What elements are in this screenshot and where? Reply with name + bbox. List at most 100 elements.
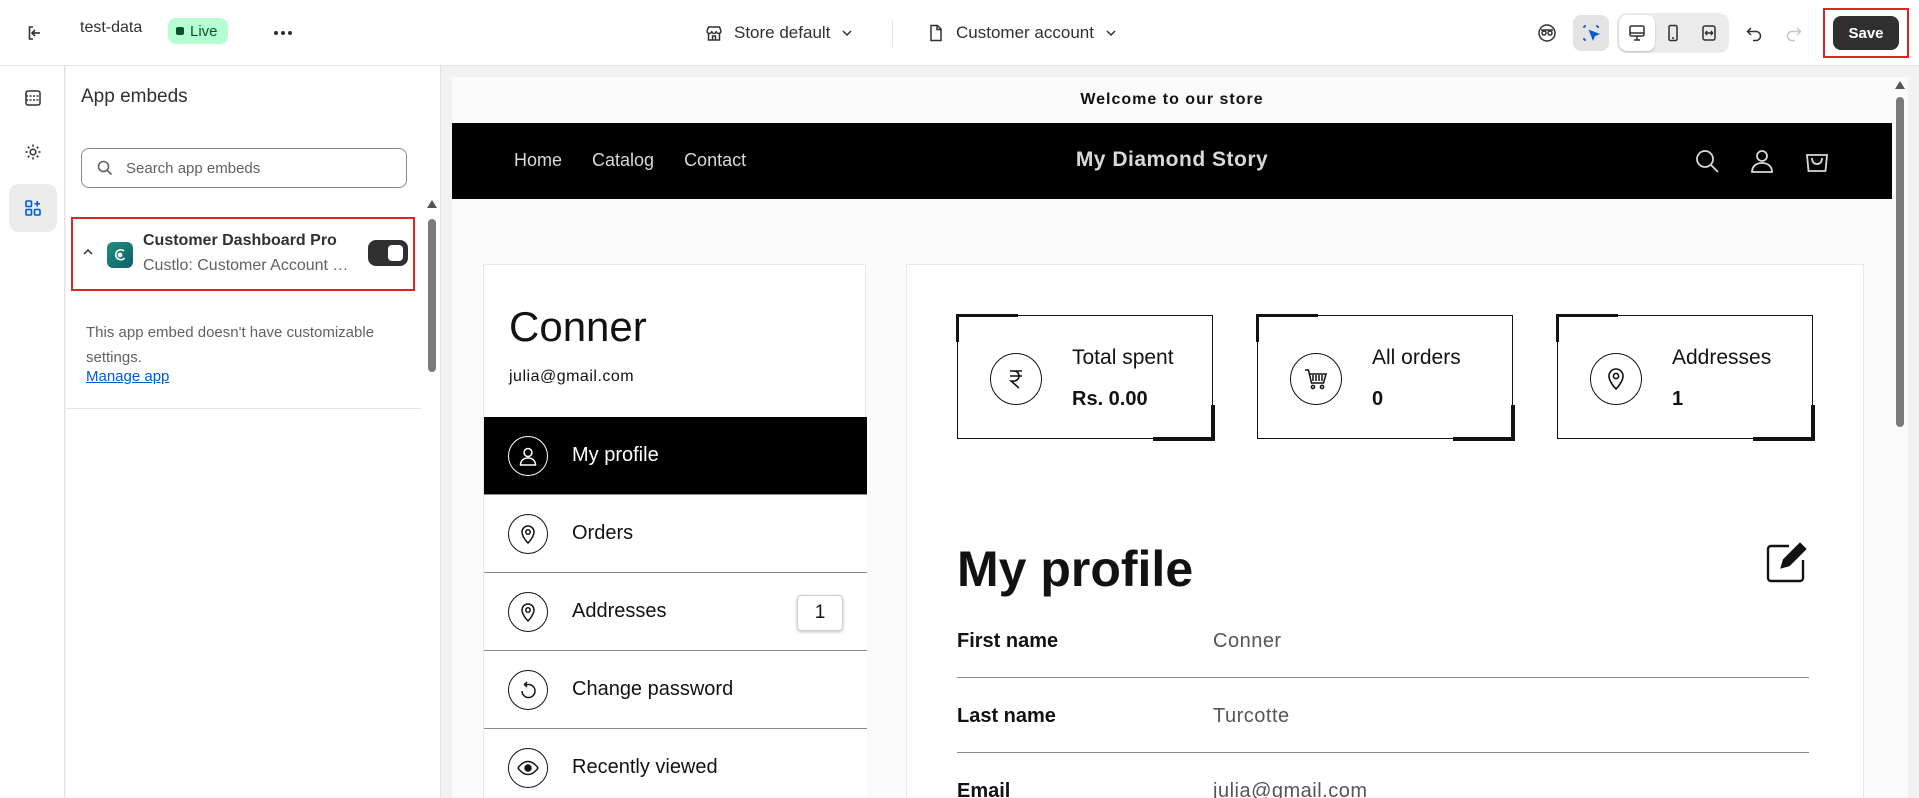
app-embeds-icon[interactable] [9, 184, 57, 232]
store-preview: Welcome to our store Home Catalog Contac… [452, 77, 1892, 798]
stat-corner [956, 314, 959, 342]
menu-item-change-password[interactable]: Change password [484, 651, 867, 729]
stat-value: 1 [1672, 388, 1684, 410]
app-embeds-panel: App embeds Customer Dashboard Pro Custlo… [66, 66, 441, 798]
page-icon [930, 24, 942, 42]
scroll-thumb[interactable] [1896, 97, 1904, 427]
menu-item-label: Change password [572, 678, 734, 700]
menu-item-label: Addresses [572, 600, 667, 622]
field-label: Email [957, 780, 1011, 798]
cart-icon [1290, 353, 1342, 405]
store-brand[interactable]: My Diamond Story [452, 148, 1892, 172]
app-embed-note: This app embed doesn't have customizable… [86, 324, 375, 366]
panel-title: App embeds [81, 86, 188, 107]
account-side-card: Conner julia@gmail.com My profile Orders… [483, 264, 867, 798]
stat-corner [1453, 437, 1515, 441]
eye-icon [508, 747, 548, 788]
stat-corner [1556, 314, 1618, 317]
desktop-view-icon[interactable] [1619, 15, 1655, 51]
stat-corner [1256, 314, 1318, 317]
menu-item-addresses[interactable]: Addresses 1 [484, 573, 867, 651]
location-pin-icon [508, 513, 548, 554]
refresh-icon [508, 669, 548, 710]
save-button[interactable]: Save [1833, 16, 1899, 50]
preview-scrollbar[interactable] [1892, 77, 1908, 798]
search-box [81, 148, 407, 188]
status-badge: Live [168, 18, 228, 44]
stat-card-total-spent: Total spent Rs. 0.00 [956, 314, 1215, 441]
panel-scrollbar[interactable] [425, 132, 439, 372]
app-embed-subtitle: Custlo: Customer Account Page [143, 257, 353, 274]
search-input[interactable] [126, 159, 376, 177]
stat-value: Rs. 0.00 [1072, 388, 1148, 410]
field-row-first-name: First name Conner [957, 603, 1809, 678]
location-pin-icon [1590, 353, 1642, 405]
app-embed-name: Customer Dashboard Pro [143, 232, 337, 249]
page-select[interactable]: Customer account [926, 17, 1118, 49]
select-element-icon[interactable] [1573, 15, 1609, 51]
stat-card-addresses: Addresses 1 [1556, 314, 1815, 441]
toolbar-divider [892, 20, 893, 46]
customer-email: julia@gmail.com [509, 368, 635, 385]
stat-corner [1256, 314, 1259, 342]
field-label: First name [957, 630, 1059, 652]
stat-corner [1153, 437, 1215, 441]
stat-corner [956, 314, 1018, 317]
account-menu: My profile Orders Addresses 1 Change pas… [484, 417, 867, 798]
scroll-up-icon[interactable] [1895, 81, 1905, 89]
field-label: Last name [957, 705, 1056, 727]
more-actions-icon[interactable] [268, 18, 298, 48]
toggle-knob [388, 245, 403, 261]
context-select[interactable]: Store default [704, 17, 854, 49]
chevron-down-icon [1106, 30, 1116, 37]
menu-item-recently-viewed[interactable]: Recently viewed [484, 729, 867, 798]
cart-icon[interactable] [1799, 143, 1835, 179]
menu-item-my-profile[interactable]: My profile [484, 417, 867, 495]
scroll-thumb[interactable] [428, 219, 436, 372]
stat-corner [1556, 314, 1559, 342]
menu-item-orders[interactable]: Orders [484, 495, 867, 573]
stat-label: Addresses [1672, 346, 1772, 369]
menu-item-label: Orders [572, 522, 634, 544]
stat-card-all-orders: All orders 0 [1256, 314, 1515, 441]
store-icon [706, 26, 722, 41]
profile-main-card: Total spent Rs. 0.00 All orders 0 Addres… [906, 264, 1864, 798]
account-icon[interactable] [1744, 143, 1780, 179]
sections-icon[interactable] [9, 74, 57, 122]
profile-heading: My profile [957, 541, 1194, 597]
stat-corner [1753, 437, 1815, 441]
mobile-view-icon[interactable] [1655, 15, 1691, 51]
app-logo-icon [107, 242, 133, 268]
store-header: Home Catalog Contact My Diamond Story [452, 123, 1892, 199]
chevron-up-icon[interactable] [81, 245, 95, 264]
inspector-icon[interactable] [1529, 15, 1565, 51]
customer-name: Conner [509, 303, 647, 350]
search-icon[interactable] [1689, 143, 1725, 179]
exit-icon[interactable] [20, 18, 50, 48]
scroll-up-icon[interactable] [427, 200, 437, 208]
gear-icon[interactable] [9, 128, 57, 176]
search-icon [97, 160, 113, 176]
field-value: julia@gmail.com [1213, 780, 1368, 798]
context-select-label: Store default [734, 23, 831, 42]
redo-icon[interactable] [1776, 15, 1812, 51]
edit-icon[interactable] [1763, 540, 1809, 586]
fullscreen-icon[interactable] [1691, 15, 1727, 51]
stat-value: 0 [1372, 388, 1384, 410]
stat-corner [1511, 405, 1515, 441]
user-icon [508, 435, 548, 476]
sidebar-rail [0, 66, 65, 798]
rupee-icon [990, 353, 1042, 405]
manage-app-link[interactable]: Manage app [86, 368, 169, 385]
field-row-last-name: Last name Turcotte [957, 678, 1809, 753]
live-dot-icon [176, 27, 184, 35]
status-badge-label: Live [190, 22, 218, 40]
page-select-label: Customer account [956, 23, 1094, 42]
announcement-bar: Welcome to our store [452, 77, 1892, 123]
location-pin-icon [508, 591, 548, 632]
chevron-down-icon [842, 30, 852, 37]
undo-icon[interactable] [1736, 15, 1772, 51]
app-embed-item[interactable]: Customer Dashboard Pro Custlo: Customer … [71, 217, 415, 291]
app-embed-toggle[interactable] [368, 240, 408, 266]
field-value: Conner [1213, 630, 1282, 652]
